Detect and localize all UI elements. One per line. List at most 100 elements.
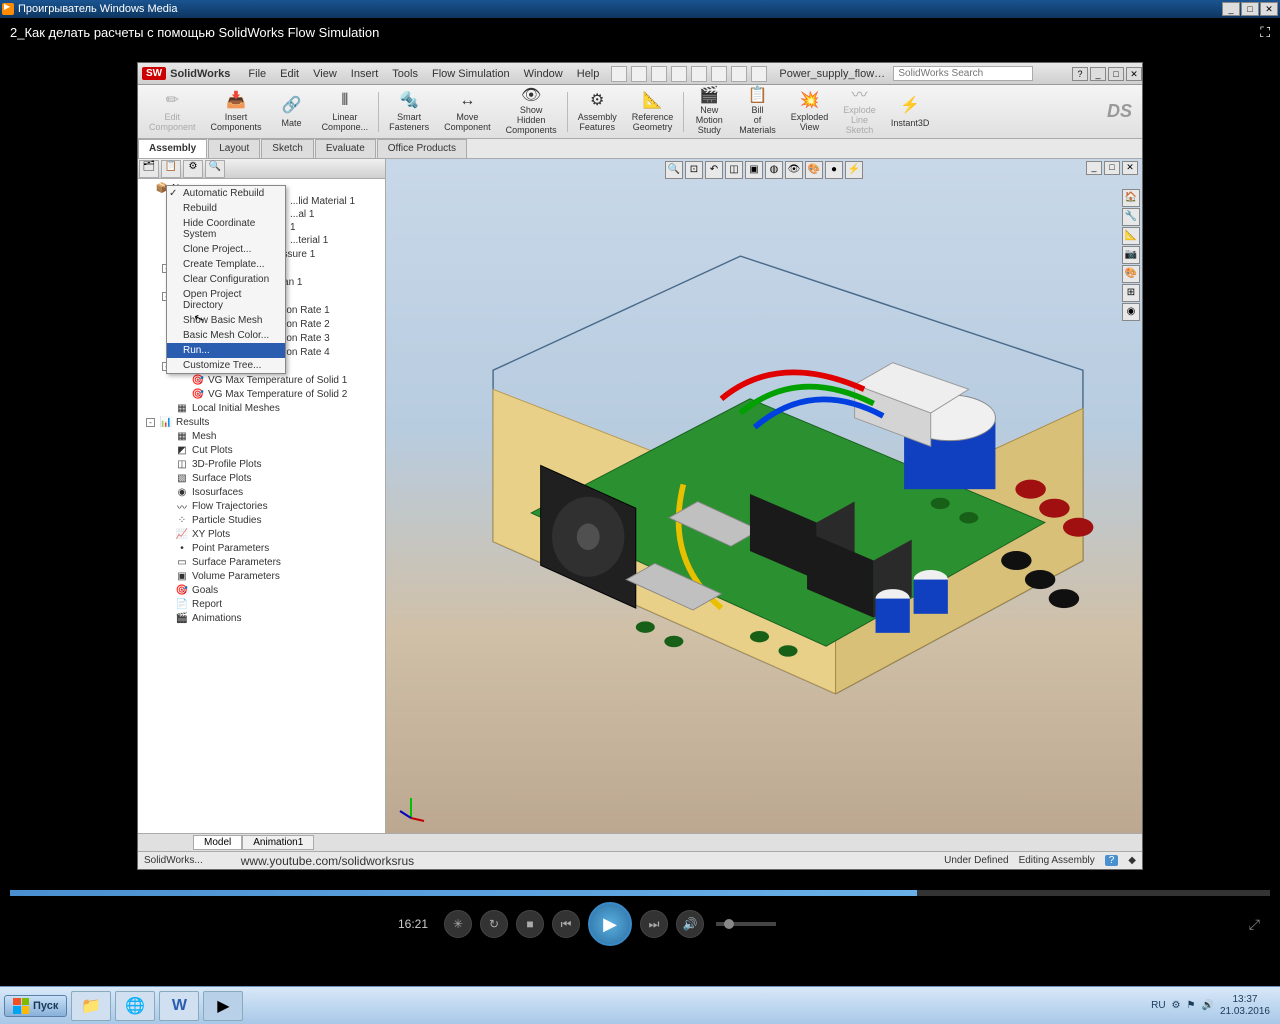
menu-help[interactable]: Help	[571, 66, 606, 82]
ribbon-new-motion-study[interactable]: 🎬NewMotionStudy	[687, 88, 731, 136]
prev-view-button[interactable]: ↶	[705, 161, 723, 179]
menu-edit[interactable]: Edit	[274, 66, 305, 82]
tab-sketch[interactable]: Sketch	[261, 139, 314, 158]
display-style-button[interactable]: ◍	[765, 161, 783, 179]
side-btn-1[interactable]: 🏠	[1122, 189, 1140, 207]
tree-item[interactable]: ▭Surface Parameters	[140, 555, 383, 569]
ctx-run-[interactable]: Run...	[167, 343, 285, 358]
menu-flow-simulation[interactable]: Flow Simulation	[426, 66, 516, 82]
shuffle-button[interactable]: ✳	[444, 910, 472, 938]
open-button[interactable]	[631, 66, 647, 82]
next-button[interactable]: ⏭	[640, 910, 668, 938]
tree-item[interactable]: -📊Results	[140, 415, 383, 429]
wmp-seek-bar[interactable]	[10, 890, 1270, 896]
ribbon-instant-d[interactable]: ⚡Instant3D	[884, 88, 937, 136]
tree-item[interactable]: 🎯VG Max Temperature of Solid 2	[140, 387, 383, 401]
tab-office products[interactable]: Office Products	[377, 139, 467, 158]
switch-view-button[interactable]: ⤢	[1249, 916, 1260, 933]
vp-minimize-button[interactable]: _	[1086, 161, 1102, 175]
ribbon-bill-of-materials[interactable]: 📋BillofMaterials	[732, 88, 783, 136]
display-tab[interactable]: 🔍	[205, 160, 225, 178]
hide-show-button[interactable]: 👁	[785, 161, 803, 179]
volume-slider[interactable]	[716, 922, 776, 926]
tree-item[interactable]: ◫3D-Profile Plots	[140, 457, 383, 471]
tree-item[interactable]: ▦Local Initial Meshes	[140, 401, 383, 415]
ribbon-exploded-view[interactable]: 💥ExplodedView	[784, 88, 836, 136]
config-tab[interactable]: ⚙	[183, 160, 203, 178]
tab-model[interactable]: Model	[193, 835, 242, 850]
tree-item[interactable]: 🎬Animations	[140, 611, 383, 625]
menu-tools[interactable]: Tools	[386, 66, 424, 82]
render-button[interactable]: ⚡	[845, 161, 863, 179]
ctx-open-project-directory[interactable]: Open Project Directory	[167, 287, 285, 313]
sw-close-button[interactable]: ✕	[1126, 67, 1142, 81]
ribbon-mate[interactable]: 🔗Mate	[270, 88, 314, 136]
tree-item[interactable]: 📈XY Plots	[140, 527, 383, 541]
status-help-icon[interactable]: ?	[1105, 855, 1119, 866]
status-flag-icon[interactable]: ◆	[1128, 855, 1136, 866]
ctx-rebuild[interactable]: Rebuild	[167, 201, 285, 216]
ctx-basic-mesh-color-[interactable]: Basic Mesh Color...	[167, 328, 285, 343]
tab-layout[interactable]: Layout	[208, 139, 260, 158]
tree-item[interactable]: ▧Surface Plots	[140, 471, 383, 485]
zoom-area-button[interactable]: ⊡	[685, 161, 703, 179]
mute-button[interactable]: 🔊	[676, 910, 704, 938]
side-btn-7[interactable]: ◉	[1122, 303, 1140, 321]
tab-animation[interactable]: Animation1	[242, 835, 314, 850]
ribbon-move-component[interactable]: ↔MoveComponent	[437, 88, 498, 136]
side-btn-2[interactable]: 🔧	[1122, 208, 1140, 226]
tree-item[interactable]: ▣Volume Parameters	[140, 569, 383, 583]
sw-minimize-button[interactable]: _	[1090, 67, 1106, 81]
appearance-button[interactable]: ●	[825, 161, 843, 179]
side-btn-3[interactable]: 📐	[1122, 227, 1140, 245]
ribbon-assembly-features[interactable]: ⚙AssemblyFeatures	[571, 88, 624, 136]
taskbar-chrome[interactable]: 🌐	[115, 991, 155, 1021]
play-button[interactable]: ▶	[588, 902, 632, 946]
detach-icon[interactable]: ⛶	[1260, 24, 1270, 41]
lang-indicator[interactable]: RU	[1151, 1000, 1165, 1011]
wmp-close-button[interactable]: ✕	[1260, 2, 1278, 16]
ctx-automatic-rebuild[interactable]: ✓Automatic Rebuild	[167, 186, 285, 201]
undo-button[interactable]	[691, 66, 707, 82]
scene-button[interactable]: 🎨	[805, 161, 823, 179]
ribbon-insert-components[interactable]: 📥InsertComponents	[204, 88, 269, 136]
ribbon-smart-fasteners[interactable]: 🔩SmartFasteners	[382, 88, 436, 136]
ctx-create-template-[interactable]: Create Template...	[167, 257, 285, 272]
tree-item[interactable]: ◉Isosurfaces	[140, 485, 383, 499]
tree-item[interactable]: ◩Cut Plots	[140, 443, 383, 457]
tree-item[interactable]: ⁘Particle Studies	[140, 513, 383, 527]
sw-restore-button[interactable]: □	[1108, 67, 1124, 81]
side-btn-5[interactable]: 🎨	[1122, 265, 1140, 283]
stop-button[interactable]: ■	[516, 910, 544, 938]
new-button[interactable]	[611, 66, 627, 82]
ctx-show-basic-mesh[interactable]: Show Basic Mesh	[167, 313, 285, 328]
tray-icon-2[interactable]: ⚑	[1187, 1000, 1196, 1011]
ribbon-linear-compone-[interactable]: ⫴LinearCompone...	[315, 88, 376, 136]
repeat-button[interactable]: ↻	[480, 910, 508, 938]
zoom-fit-button[interactable]: 🔍	[665, 161, 683, 179]
tab-assembly[interactable]: Assembly	[138, 139, 207, 158]
viewport-3d[interactable]: 🔍 ⊡ ↶ ◫ ▣ ◍ 👁 🎨 ● ⚡ _ □ ✕ 🏠	[386, 159, 1142, 833]
view-orient-button[interactable]: ▣	[745, 161, 763, 179]
save-button[interactable]	[651, 66, 667, 82]
wmp-maximize-button[interactable]: □	[1241, 2, 1259, 16]
taskbar-wmp[interactable]: ▶	[203, 991, 243, 1021]
section-view-button[interactable]: ◫	[725, 161, 743, 179]
side-btn-6[interactable]: ⊞	[1122, 284, 1140, 302]
wmp-minimize-button[interactable]: _	[1222, 2, 1240, 16]
vp-close-button[interactable]: ✕	[1122, 161, 1138, 175]
tree-item[interactable]: ▦Mesh	[140, 429, 383, 443]
side-btn-4[interactable]: 📷	[1122, 246, 1140, 264]
print-button[interactable]	[671, 66, 687, 82]
tree-item[interactable]: 🎯Goals	[140, 583, 383, 597]
taskbar-word[interactable]: W	[159, 991, 199, 1021]
tray-clock[interactable]: 13:37 21.03.2016	[1220, 994, 1270, 1018]
menu-insert[interactable]: Insert	[345, 66, 385, 82]
tab-evaluate[interactable]: Evaluate	[315, 139, 376, 158]
taskbar-explorer[interactable]: 📁	[71, 991, 111, 1021]
ribbon-show-hidden-components[interactable]: 👁ShowHiddenComponents	[499, 88, 564, 136]
ribbon-reference-geometry[interactable]: 📐ReferenceGeometry	[625, 88, 681, 136]
ctx-customize-tree-[interactable]: Customize Tree...	[167, 358, 285, 373]
menu-window[interactable]: Window	[518, 66, 569, 82]
ctx-clone-project-[interactable]: Clone Project...	[167, 242, 285, 257]
